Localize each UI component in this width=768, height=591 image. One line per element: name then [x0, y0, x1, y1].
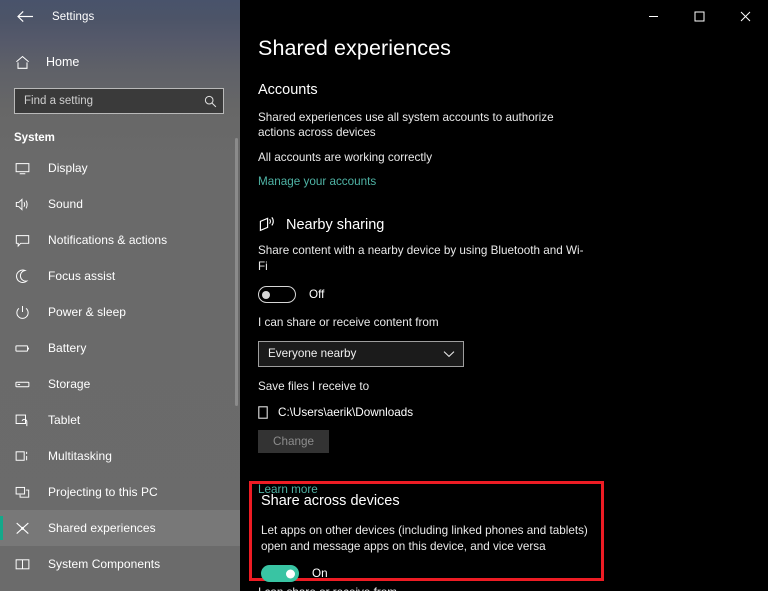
home-icon	[14, 54, 30, 70]
sidebar-item-notifications[interactable]: Notifications & actions	[0, 222, 240, 258]
sidebar-item-label: Shared experiences	[48, 521, 156, 535]
moon-icon	[14, 268, 31, 285]
search-icon[interactable]	[203, 94, 217, 108]
share-across-devices-highlight: Share across devices Let apps on other d…	[249, 481, 604, 583]
nearby-sharing-toggle[interactable]	[258, 286, 296, 304]
sidebar-item-sound[interactable]: Sound	[0, 186, 240, 222]
sidebar-item-power-sleep[interactable]: Power & sleep	[0, 294, 240, 330]
sidebar-item-system-components[interactable]: System Components	[0, 546, 240, 582]
chevron-down-icon	[443, 350, 455, 358]
sidebar-scrollbar[interactable]	[235, 138, 238, 406]
sidebar-home-label: Home	[46, 55, 80, 69]
sidebar: Settings Home System	[0, 0, 240, 591]
search-box[interactable]	[14, 88, 224, 114]
notification-icon	[14, 232, 31, 249]
window-title: Settings	[52, 10, 95, 23]
projecting-icon	[14, 484, 31, 501]
sidebar-item-label: Notifications & actions	[48, 233, 168, 247]
nearby-sharing-icon	[258, 215, 277, 234]
sidebar-item-label: Multitasking	[48, 449, 112, 463]
save-path-row: C:\Users\aerik\Downloads	[258, 405, 768, 420]
close-icon[interactable]	[722, 0, 768, 32]
folder-icon	[258, 405, 270, 420]
sidebar-item-label: Projecting to this PC	[48, 485, 158, 499]
power-icon	[14, 304, 31, 321]
main-content: Shared experiences Accounts Shared exper…	[240, 0, 768, 591]
nearby-sharing-toggle-row: Off	[258, 286, 768, 304]
accounts-status: All accounts are working correctly	[258, 150, 433, 164]
save-files-label: Save files I receive to	[258, 379, 370, 393]
sidebar-item-projecting[interactable]: Projecting to this PC	[0, 474, 240, 510]
nearby-sharing-heading-row: Nearby sharing	[258, 215, 768, 234]
settings-content: Shared experiences Accounts Shared exper…	[240, 0, 768, 498]
storage-icon	[14, 376, 31, 393]
components-icon	[14, 556, 31, 573]
page-title: Shared experiences	[258, 36, 452, 60]
cut-off-text: I can share or receive from	[258, 586, 397, 591]
monitor-icon	[14, 160, 31, 177]
nearby-sharing-description: Share content with a nearby device by us…	[258, 244, 584, 273]
accounts-description: Shared experiences use all system accoun…	[258, 110, 554, 140]
sidebar-item-home[interactable]: Home	[0, 44, 240, 80]
share-from-label: I can share or receive content from	[258, 316, 439, 330]
sidebar-item-label: Battery	[48, 341, 87, 355]
multitasking-icon	[14, 448, 31, 465]
nearby-sharing-title: Nearby sharing	[286, 216, 385, 233]
sidebar-item-label: Display	[48, 161, 88, 175]
battery-icon	[14, 340, 31, 357]
settings-window: Settings Home System	[0, 0, 768, 591]
sidebar-nav-list: Display Sound Notifications & actions Fo…	[0, 150, 240, 582]
window-controls	[630, 0, 768, 32]
sidebar-item-label: Tablet	[48, 413, 81, 427]
sidebar-titlebar: Settings	[0, 0, 240, 33]
sidebar-item-storage[interactable]: Storage	[0, 366, 240, 402]
search-input[interactable]	[15, 89, 223, 113]
sidebar-section-title: System	[14, 132, 55, 144]
sidebar-item-display[interactable]: Display	[0, 150, 240, 186]
sidebar-item-tablet[interactable]: Tablet	[0, 402, 240, 438]
save-path-value: C:\Users\aerik\Downloads	[278, 406, 414, 420]
sidebar-item-label: Storage	[48, 377, 91, 391]
accounts-heading: Accounts	[258, 81, 318, 98]
share-from-value: Everyone nearby	[268, 347, 357, 361]
shared-experiences-icon	[14, 520, 31, 537]
minimize-icon[interactable]	[630, 0, 676, 32]
sidebar-item-label: Power & sleep	[48, 305, 127, 319]
share-across-devices-description: Let apps on other devices (including lin…	[261, 524, 588, 553]
share-across-devices-heading: Share across devices	[261, 493, 400, 509]
share-across-devices-toggle[interactable]	[261, 565, 299, 583]
tablet-icon	[14, 412, 31, 429]
sidebar-item-multitasking[interactable]: Multitasking	[0, 438, 240, 474]
share-across-devices-toggle-row: On	[261, 565, 601, 583]
back-arrow-icon[interactable]	[10, 3, 40, 31]
sidebar-item-label: Sound	[48, 197, 83, 211]
sidebar-item-shared-experiences[interactable]: Shared experiences	[0, 510, 240, 546]
sidebar-item-focus-assist[interactable]: Focus assist	[0, 258, 240, 294]
nearby-sharing-toggle-label: Off	[309, 288, 325, 302]
change-button[interactable]: Change	[258, 430, 329, 454]
share-from-dropdown[interactable]: Everyone nearby	[258, 340, 464, 367]
sidebar-item-label: System Components	[48, 557, 161, 571]
sidebar-item-label: Focus assist	[48, 269, 116, 283]
maximize-icon[interactable]	[676, 0, 722, 32]
share-across-devices-toggle-label: On	[312, 567, 328, 581]
manage-accounts-link[interactable]: Manage your accounts	[258, 175, 376, 188]
sidebar-item-battery[interactable]: Battery	[0, 330, 240, 366]
speaker-icon	[14, 196, 31, 213]
